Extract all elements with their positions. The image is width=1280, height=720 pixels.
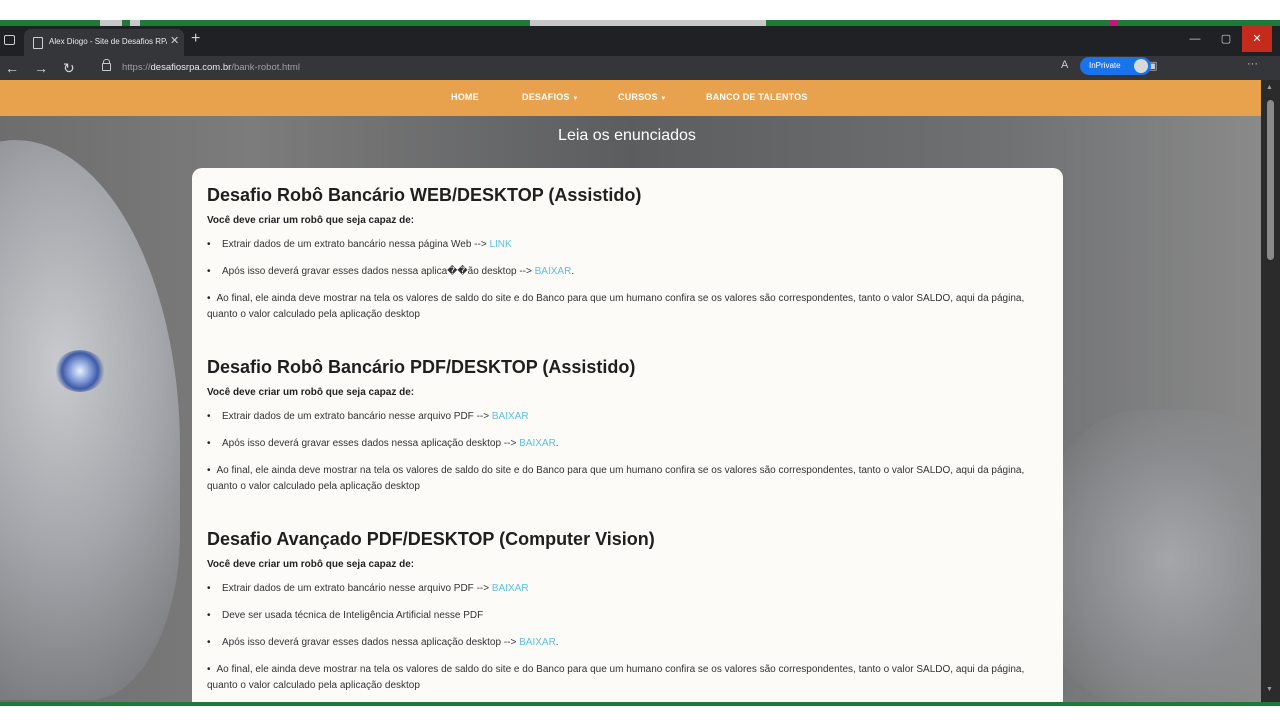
tab-bar: Alex Diogo - Site de Desafios RPA ✕ + — … (0, 26, 1280, 56)
list-item: Extrair dados de um extrato bancário nes… (207, 409, 1047, 425)
item-text: Ao final, ele ainda deve mostrar na tela… (207, 465, 1025, 492)
challenge-section-3: Desafio Avançado PDF/DESKTOP (Computer V… (207, 529, 1047, 694)
section-subtitle: Você deve criar um robô que seja capaz d… (207, 215, 415, 226)
page-scrollbar[interactable]: ▲ ▼ (1261, 80, 1280, 702)
item-text: Extrair dados de um extrato bancário nes… (222, 411, 492, 422)
minimize-button[interactable]: — (1180, 26, 1210, 52)
address-bar[interactable]: https://desafiosrpa.com.br/bank-robot.ht… (92, 58, 1252, 78)
challenges-card: Desafio Robô Bancário WEB/DESKTOP (Assis… (192, 168, 1063, 702)
nav-banco-de-talentos[interactable]: BANCO DE TALENTOS (706, 92, 808, 102)
item-text: Após isso deverá gravar esses dados ness… (222, 266, 535, 277)
section-title: Desafio Avançado PDF/DESKTOP (Computer V… (207, 529, 655, 549)
menu-icon[interactable]: ··· (1247, 58, 1258, 70)
item-punctuation: . (555, 438, 559, 449)
challenge-section-1: Desafio Robô Bancário WEB/DESKTOP (Assis… (207, 185, 1047, 323)
robot-eye-image (55, 350, 105, 392)
section-title: Desafio Robô Bancário PDF/DESKTOP (Assis… (207, 357, 636, 377)
link-button[interactable]: LINK (489, 239, 511, 250)
forward-icon[interactable]: → (34, 59, 48, 77)
nav-home-label: HOME (451, 92, 479, 102)
screen-bottom-edge (0, 706, 1280, 720)
caret-down-icon: ▼ (572, 96, 579, 102)
nav-banco-label: BANCO DE TALENTOS (706, 92, 808, 102)
url-host: desafiosrpa.com.br (150, 62, 232, 73)
browser-window: Alex Diogo - Site de Desafios RPA ✕ + — … (0, 26, 1280, 702)
window-close-button[interactable]: ✕ (1242, 26, 1272, 52)
download-link[interactable]: BAIXAR (535, 266, 572, 277)
tab-title: Alex Diogo - Site de Desafios RPA (49, 37, 167, 46)
new-tab-button[interactable]: + (191, 30, 200, 48)
screen-top-edge (0, 0, 1280, 20)
url-path: /bank-robot.html (231, 62, 300, 73)
list-item: Deve ser usada técnica de Inteligência A… (207, 608, 1047, 624)
download-link[interactable]: BAIXAR (519, 438, 556, 449)
list-item: Ao final, ele ainda deve mostrar na tela… (207, 291, 1047, 323)
scroll-down-icon[interactable]: ▼ (1266, 686, 1273, 693)
tab-close-icon[interactable]: ✕ (170, 34, 179, 47)
item-text: Ao final, ele ainda deve mostrar na tela… (207, 293, 1025, 320)
address-bar-row: ← → ↻ https://desafiosrpa.com.br/bank-ro… (0, 56, 1280, 80)
nav-desafios-label: DESAFIOS (522, 92, 570, 102)
nav-cursos[interactable]: CURSOS ▼ (618, 92, 667, 102)
inprivate-badge[interactable]: InPrivate (1080, 57, 1151, 75)
tab-actions-icon[interactable] (4, 35, 16, 45)
requirements-list: Extrair dados de um extrato bancário nes… (207, 237, 1047, 323)
lock-icon[interactable] (102, 59, 111, 71)
url-scheme: https:// (122, 62, 151, 73)
page-favicon-icon (33, 37, 43, 49)
download-link[interactable]: BAIXAR (492, 583, 529, 594)
refresh-icon[interactable]: ↻ (63, 59, 75, 77)
site-navbar: HOME DESAFIOS ▼ CURSOS ▼ BANCO DE TALENT… (0, 80, 1261, 116)
nav-home[interactable]: HOME (451, 92, 479, 102)
page-viewport: HOME DESAFIOS ▼ CURSOS ▼ BANCO DE TALENT… (0, 80, 1261, 702)
active-tab[interactable]: Alex Diogo - Site de Desafios RPA ✕ (24, 29, 184, 56)
item-text: Extrair dados de um extrato bancário nes… (222, 239, 490, 250)
download-link[interactable]: BAIXAR (519, 637, 556, 648)
list-item: Ao final, ele ainda deve mostrar na tela… (207, 463, 1047, 495)
section-subtitle: Você deve criar um robô que seja capaz d… (207, 387, 415, 398)
list-item: Após isso deverá gravar esses dados ness… (207, 635, 1047, 651)
list-item: Ao final, ele ainda deve mostrar na tela… (207, 662, 1047, 694)
robot-background-image (0, 140, 180, 700)
item-text: Extrair dados de um extrato bancário nes… (222, 583, 492, 594)
item-text: Ao final, ele ainda deve mostrar na tela… (207, 664, 1025, 691)
item-text: Após isso deverá gravar esses dados ness… (222, 637, 520, 648)
read-aloud-icon[interactable]: A (1061, 59, 1068, 71)
url-text[interactable]: https://desafiosrpa.com.br/bank-robot.ht… (122, 62, 300, 73)
requirements-list: Extrair dados de um extrato bancário nes… (207, 409, 1047, 495)
list-item: Extrair dados de um extrato bancário nes… (207, 581, 1047, 597)
section-title: Desafio Robô Bancário WEB/DESKTOP (Assis… (207, 185, 642, 205)
scrollbar-thumb[interactable] (1267, 100, 1274, 260)
nav-desafios[interactable]: DESAFIOS ▼ (522, 92, 578, 102)
back-icon[interactable]: ← (5, 59, 19, 77)
nav-cursos-label: CURSOS (618, 92, 658, 102)
section-subtitle: Você deve criar um robô que seja capaz d… (207, 559, 415, 570)
download-link[interactable]: BAIXAR (492, 411, 529, 422)
page-heading: Leia os enunciados (558, 127, 696, 144)
list-item: Extrair dados de um extrato bancário nes… (207, 237, 1047, 253)
list-item: Após isso deverá gravar esses dados ness… (207, 436, 1047, 452)
inprivate-label: InPrivate (1089, 61, 1121, 70)
item-punctuation: . (571, 266, 575, 277)
item-text: Deve ser usada técnica de Inteligência A… (222, 610, 484, 621)
item-punctuation: . (555, 637, 559, 648)
robot-background-right (1040, 410, 1261, 702)
requirements-list: Extrair dados de um extrato bancário nes… (207, 581, 1047, 694)
list-item: Após isso deverá gravar esses dados ness… (207, 264, 1047, 280)
item-text: Após isso deverá gravar esses dados ness… (222, 438, 520, 449)
maximize-button[interactable]: ▢ (1211, 26, 1241, 52)
scroll-up-icon[interactable]: ▲ (1266, 84, 1273, 91)
caret-down-icon: ▼ (660, 96, 667, 102)
challenge-section-2: Desafio Robô Bancário PDF/DESKTOP (Assis… (207, 357, 1047, 495)
profile-avatar (1134, 59, 1148, 73)
